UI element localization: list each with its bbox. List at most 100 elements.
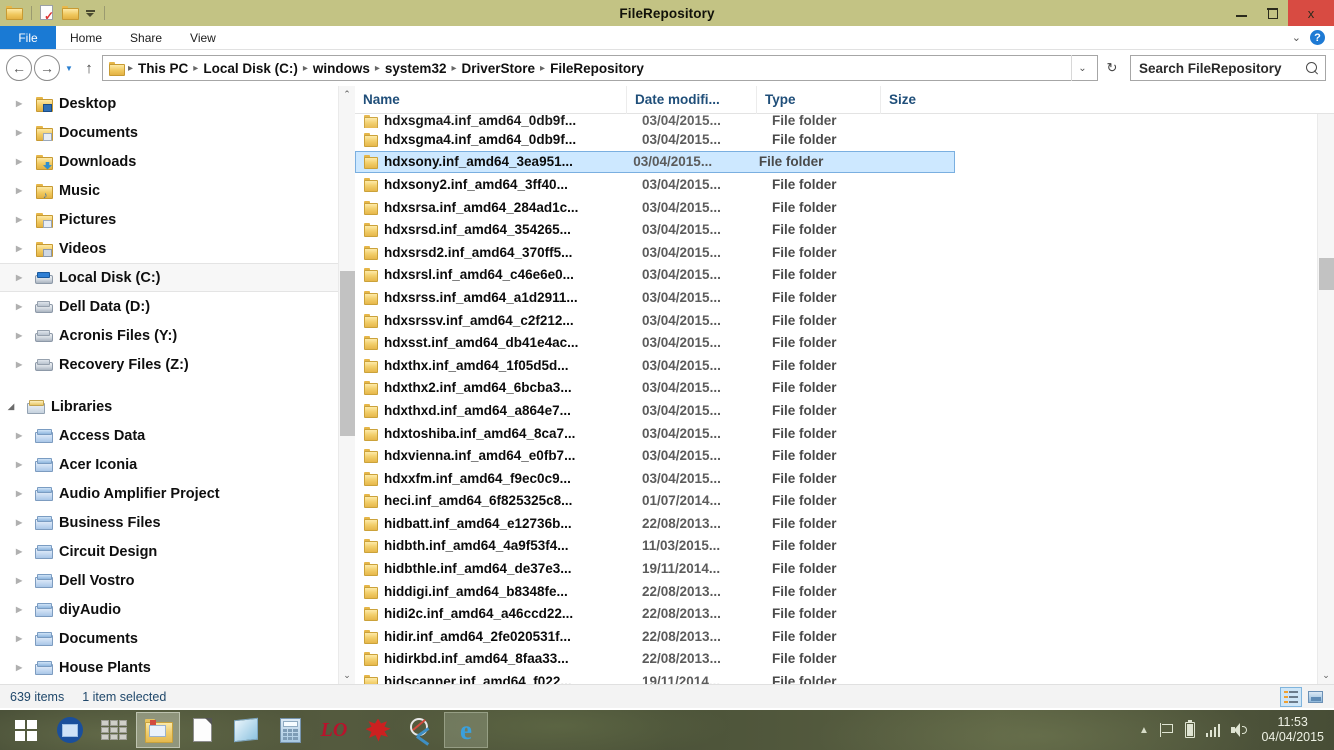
table-row[interactable]: hidir.inf_amd64_2fe020531f... 22/08/2013… — [355, 625, 1317, 648]
table-row[interactable]: hdxsgma4.inf_amd64_0db9f... 03/04/2015..… — [355, 114, 1317, 128]
breadcrumb-separator[interactable]: ▸ — [192, 63, 199, 74]
sidebar-item-videos[interactable]: ▶ Videos — [0, 234, 355, 263]
search-input[interactable]: Search FileRepository — [1130, 55, 1326, 81]
scroll-down-button[interactable]: ⌄ — [339, 667, 355, 684]
breadcrumb-item-filerepository[interactable]: FileRepository — [546, 59, 648, 78]
libreoffice-button[interactable]: LO — [312, 712, 356, 748]
breadcrumb-separator[interactable]: ▸ — [127, 63, 134, 74]
sidebar-item-acronis-files[interactable]: ▶ Acronis Files (Y:) — [0, 321, 355, 350]
expand-ribbon-icon[interactable]: ⌄ — [1292, 31, 1301, 44]
table-row[interactable]: hidbth.inf_amd64_4a9f53f4... 11/03/2015.… — [355, 535, 1317, 558]
breadcrumb-item-driverstore[interactable]: DriverStore — [458, 59, 540, 78]
expand-arrow-icon[interactable]: ▶ — [16, 576, 28, 585]
expand-arrow-icon[interactable]: ▶ — [16, 273, 28, 282]
calculator-app-button[interactable] — [268, 712, 312, 748]
taskbar[interactable]: LO e ▲ 11:53 04/04/2015 — [0, 710, 1334, 750]
expand-arrow-icon[interactable]: ▶ — [16, 360, 28, 369]
clock[interactable]: 11:53 04/04/2015 — [1257, 715, 1324, 745]
breadcrumb-item-system32[interactable]: system32 — [381, 59, 451, 78]
column-header-type[interactable]: Type — [757, 86, 881, 114]
folder-icon[interactable] — [6, 5, 23, 21]
table-row[interactable]: hdxvienna.inf_amd64_e0fb7... 03/04/2015.… — [355, 444, 1317, 467]
expand-arrow-icon[interactable]: ▶ — [16, 157, 28, 166]
search-icon[interactable] — [1306, 61, 1319, 75]
expand-arrow-icon[interactable]: ▶ — [16, 215, 28, 224]
ribbon-tabs[interactable]: File Home Share View ⌄ ? — [0, 26, 1334, 50]
recent-locations-icon[interactable]: ▼ — [62, 55, 76, 81]
expand-arrow-icon[interactable]: ▶ — [16, 547, 28, 556]
sidebar-item-acer-iconia[interactable]: ▶ Acer Iconia — [0, 450, 355, 479]
table-row[interactable]: hdxsrssv.inf_amd64_c2f212... 03/04/2015.… — [355, 309, 1317, 332]
table-row[interactable]: hdxthx.inf_amd64_1f05d5d... 03/04/2015..… — [355, 354, 1317, 377]
title-bar[interactable]: FileRepository x — [0, 0, 1334, 26]
nav-pane-scrollbar[interactable]: ⌃ ⌄ — [338, 86, 355, 684]
minimize-button[interactable] — [1226, 0, 1257, 26]
file-list-scrollbar[interactable]: ⌃ ⌄ — [1317, 86, 1334, 684]
scroll-down-button[interactable]: ⌄ — [1318, 667, 1334, 684]
notepad-app-button[interactable] — [224, 712, 268, 748]
breadcrumb-separator[interactable]: ▸ — [374, 63, 381, 74]
sidebar-item-access-data[interactable]: ▶ Access Data — [0, 421, 355, 450]
expand-arrow-icon[interactable]: ▶ — [16, 99, 28, 108]
internet-explorer-button[interactable]: e — [444, 712, 488, 748]
network-signal-icon[interactable] — [1205, 723, 1221, 737]
sidebar-item-desktop[interactable]: ▶ Desktop — [0, 89, 355, 118]
breadcrumb-separator[interactable]: ▸ — [450, 63, 457, 74]
start-button[interactable] — [4, 712, 48, 748]
column-header-date-modified[interactable]: Date modifi... — [627, 86, 757, 114]
tab-home[interactable]: Home — [56, 26, 116, 49]
expand-arrow-icon[interactable]: ▶ — [16, 489, 28, 498]
new-folder-icon[interactable] — [62, 5, 79, 21]
table-row[interactable]: hidirkbd.inf_amd64_8faa33... 22/08/2013.… — [355, 648, 1317, 671]
scroll-thumb[interactable] — [1319, 258, 1334, 290]
tab-view[interactable]: View — [176, 26, 230, 49]
breadcrumb-separator[interactable]: ▸ — [302, 63, 309, 74]
window-controls[interactable]: x — [1226, 0, 1334, 26]
sidebar-item-music[interactable]: ▶ ♪ Music — [0, 176, 355, 205]
navigation-pane[interactable]: ▶ Desktop ▶ Documents ▶ Downloads ▶ ♪ Mu… — [0, 86, 355, 684]
up-button[interactable]: ↑ — [78, 55, 100, 81]
sidebar-item-documents[interactable]: ▶ Documents — [0, 118, 355, 147]
expand-arrow-icon[interactable]: ▶ — [16, 431, 28, 440]
volume-icon[interactable] — [1231, 723, 1248, 737]
battery-icon[interactable] — [1184, 719, 1195, 738]
collapse-arrow-icon[interactable]: ◢ — [8, 402, 20, 411]
snipping-tool-button[interactable] — [400, 712, 444, 748]
action-center-flag-icon[interactable] — [1159, 723, 1174, 737]
table-row[interactable]: hdxxfm.inf_amd64_f9ec0c9... 03/04/2015..… — [355, 467, 1317, 490]
sidebar-item-libraries[interactable]: ◢ Libraries — [0, 392, 355, 421]
file-rows[interactable]: hdxsgma4.inf_amd64_0db9f... 03/04/2015..… — [355, 114, 1317, 684]
sidebar-item-circuit-design[interactable]: ▶ Circuit Design — [0, 537, 355, 566]
document-app-button[interactable] — [180, 712, 224, 748]
scroll-thumb[interactable] — [340, 271, 355, 436]
column-header-name[interactable]: Name — [355, 86, 627, 114]
table-row[interactable]: hidbthle.inf_amd64_de37e3... 19/11/2014.… — [355, 557, 1317, 580]
table-row[interactable]: hdxsgma4.inf_amd64_0db9f... 03/04/2015..… — [355, 128, 1317, 151]
breadcrumb-dropdown-icon[interactable]: ⌄ — [1071, 55, 1093, 81]
table-row-selected[interactable]: hdxsony.inf_amd64_3ea951... 03/04/2015..… — [355, 150, 955, 174]
breadcrumb-item-this-pc[interactable]: This PC — [134, 59, 192, 78]
address-bar[interactable]: ← → ▼ ↑ ▸ This PC ▸ Local Disk (C:) ▸ wi… — [0, 50, 1334, 86]
table-row[interactable]: hidscanner.inf_amd64_f022... 19/11/2014.… — [355, 670, 1317, 684]
quick-access-toolbar[interactable] — [0, 5, 108, 22]
column-header-size[interactable]: Size — [881, 86, 959, 114]
help-icon[interactable]: ? — [1310, 30, 1325, 45]
forward-button[interactable]: → — [34, 55, 60, 81]
table-row[interactable]: hiddigi.inf_amd64_b8348fe... 22/08/2013.… — [355, 580, 1317, 603]
sidebar-item-audio-amplifier-project[interactable]: ▶ Audio Amplifier Project — [0, 479, 355, 508]
table-row[interactable]: heci.inf_amd64_6f825325c8... 01/07/2014.… — [355, 490, 1317, 513]
file-explorer-button[interactable] — [136, 712, 180, 748]
nav-tree[interactable]: ▶ Desktop ▶ Documents ▶ Downloads ▶ ♪ Mu… — [0, 86, 355, 682]
expand-arrow-icon[interactable]: ▶ — [16, 460, 28, 469]
show-hidden-icons-icon[interactable]: ▲ — [1139, 725, 1149, 736]
table-row[interactable]: hdxsrsd.inf_amd64_354265... 03/04/2015..… — [355, 218, 1317, 241]
tab-share[interactable]: Share — [116, 26, 176, 49]
scroll-up-button[interactable]: ⌃ — [339, 86, 355, 103]
breadcrumb-separator[interactable]: ▸ — [539, 63, 546, 74]
table-row[interactable]: hdxtoshiba.inf_amd64_8ca7... 03/04/2015.… — [355, 422, 1317, 445]
expand-arrow-icon[interactable]: ▶ — [16, 331, 28, 340]
table-row[interactable]: hdxsrsl.inf_amd64_c46e6e0... 03/04/2015.… — [355, 264, 1317, 287]
close-button[interactable]: x — [1288, 0, 1334, 26]
large-icons-view-button[interactable] — [1304, 687, 1326, 707]
expand-arrow-icon[interactable]: ▶ — [16, 302, 28, 311]
